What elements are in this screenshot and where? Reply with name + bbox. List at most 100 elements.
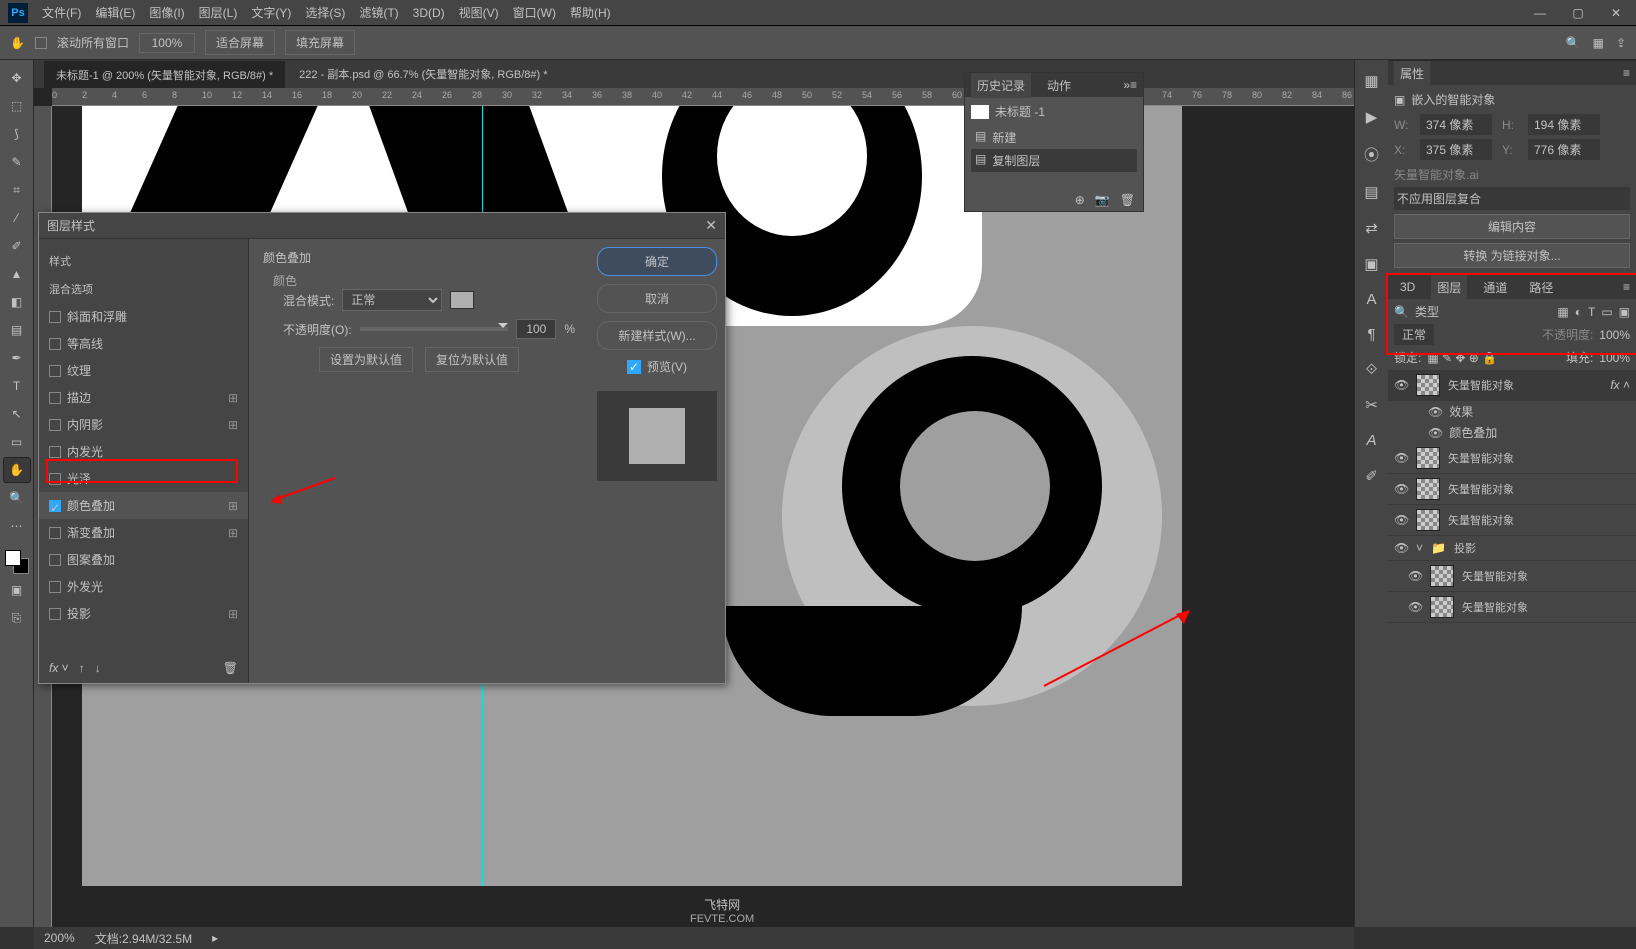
- menu-type[interactable]: 文字(Y): [251, 4, 291, 21]
- visibility-icon[interactable]: 👁: [1394, 541, 1408, 555]
- zoom-status[interactable]: 200%: [44, 931, 75, 945]
- style-item-5[interactable]: 内发光: [39, 438, 248, 465]
- visibility-icon[interactable]: 👁: [1394, 513, 1408, 527]
- layer-group[interactable]: 👁 ˅ 📁 投影: [1388, 536, 1636, 561]
- add-effect-icon[interactable]: ⊞: [228, 607, 238, 621]
- eraser-tool[interactable]: ◧: [4, 290, 30, 314]
- reset-default-button[interactable]: 复位为默认值: [425, 347, 519, 372]
- scroll-all-checkbox[interactable]: [35, 37, 47, 49]
- menu-3d[interactable]: 3D(D): [413, 6, 445, 20]
- stamp-tool[interactable]: ▲: [4, 262, 30, 286]
- menu-image[interactable]: 图像(I): [149, 4, 184, 21]
- tab-actions[interactable]: 动作: [1041, 73, 1077, 98]
- fx-badge[interactable]: fx ˄: [1610, 378, 1630, 392]
- path-tool[interactable]: ↖: [4, 402, 30, 426]
- cancel-button[interactable]: 取消: [597, 284, 717, 313]
- styles-header[interactable]: 样式: [39, 247, 248, 275]
- menu-help[interactable]: 帮助(H): [570, 4, 611, 21]
- layer-row[interactable]: 👁 矢量智能对象: [1388, 561, 1636, 592]
- maximize-button[interactable]: ▢: [1566, 4, 1590, 22]
- shape-tool[interactable]: ▭: [4, 430, 30, 454]
- style-checkbox[interactable]: [49, 527, 61, 539]
- trash-icon[interactable]: 🗑: [223, 661, 238, 675]
- style-checkbox[interactable]: [49, 392, 61, 404]
- minimize-button[interactable]: —: [1528, 4, 1552, 22]
- properties-tab[interactable]: 属性: [1394, 61, 1430, 86]
- menu-view[interactable]: 视图(V): [459, 4, 499, 21]
- history-delete-icon[interactable]: 🗑: [1120, 193, 1135, 207]
- more-tools[interactable]: ⋯: [4, 514, 30, 538]
- zoom-input[interactable]: 100%: [139, 33, 195, 53]
- filter-shape-icon[interactable]: ▭: [1601, 305, 1612, 319]
- down-icon[interactable]: ↓: [95, 661, 101, 675]
- style-item-3[interactable]: 描边⊞: [39, 384, 248, 411]
- pen-tool[interactable]: ✒: [4, 346, 30, 370]
- filter-adjust-icon[interactable]: ◐: [1575, 305, 1582, 319]
- quick-select-tool[interactable]: ✎: [4, 150, 30, 174]
- style-checkbox[interactable]: [49, 419, 61, 431]
- fill-screen-button[interactable]: 填充屏幕: [285, 30, 355, 55]
- preview-checkbox[interactable]: ✓: [627, 360, 641, 374]
- style-item-7[interactable]: ✓颜色叠加⊞: [39, 492, 248, 519]
- tab-3d[interactable]: 3D: [1394, 276, 1421, 298]
- lasso-tool[interactable]: ⟆: [4, 122, 30, 146]
- hand-tool[interactable]: ✋: [4, 458, 30, 482]
- foreground-color[interactable]: [5, 550, 21, 566]
- gradient-tool[interactable]: ▤: [4, 318, 30, 342]
- opacity-input[interactable]: 100: [516, 319, 556, 339]
- styles-icon[interactable]: ▣: [1364, 255, 1378, 273]
- style-item-8[interactable]: 渐变叠加⊞: [39, 519, 248, 546]
- blend-mode-select[interactable]: 正常: [342, 289, 442, 311]
- add-effect-icon[interactable]: ⊞: [228, 418, 238, 432]
- move-tool[interactable]: ✥: [4, 66, 30, 90]
- chevron-right-icon[interactable]: ▸: [212, 931, 218, 945]
- libraries-icon[interactable]: ▦: [1364, 72, 1378, 90]
- menu-edit[interactable]: 编辑(E): [95, 4, 135, 21]
- style-item-11[interactable]: 投影⊞: [39, 600, 248, 627]
- play-icon[interactable]: ▶: [1366, 108, 1378, 126]
- fit-screen-button[interactable]: 适合屏幕: [205, 30, 275, 55]
- glyph-icon[interactable]: ⟐: [1366, 361, 1378, 378]
- filter-type-icon[interactable]: T: [1588, 305, 1595, 319]
- style-checkbox[interactable]: [49, 338, 61, 350]
- lock-icons[interactable]: ▦ ✎ ✥ ⊕ 🔒: [1427, 351, 1497, 365]
- layer-comp-select[interactable]: 不应用图层复合: [1394, 187, 1630, 210]
- y-value[interactable]: 776 像素: [1528, 139, 1600, 160]
- filter-kind-icon[interactable]: 🔍: [1394, 305, 1409, 319]
- history-item[interactable]: ▤新建: [971, 126, 1137, 149]
- type-tool[interactable]: T: [4, 374, 30, 398]
- type2-icon[interactable]: A: [1366, 432, 1376, 449]
- h-value[interactable]: 194 像素: [1528, 114, 1600, 135]
- brush-preset-icon[interactable]: ✐: [1365, 467, 1378, 485]
- layer-row[interactable]: 👁 矢量智能对象: [1388, 443, 1636, 474]
- history-new-icon[interactable]: 📷: [1095, 193, 1110, 207]
- eyedropper-tool[interactable]: ⁄: [4, 206, 30, 230]
- history-item[interactable]: ▤复制图层: [971, 149, 1137, 172]
- close-button[interactable]: ✕: [1604, 4, 1628, 22]
- adjustments-icon[interactable]: ⇄: [1365, 219, 1378, 237]
- quick-mask-tool[interactable]: ▣: [4, 578, 30, 602]
- style-checkbox[interactable]: [49, 554, 61, 566]
- visibility-icon[interactable]: 👁: [1408, 600, 1422, 614]
- style-checkbox[interactable]: [49, 311, 61, 323]
- style-item-1[interactable]: 等高线: [39, 330, 248, 357]
- marquee-tool[interactable]: ⬚: [4, 94, 30, 118]
- dialog-close-button[interactable]: ✕: [705, 217, 717, 234]
- layer-row[interactable]: 👁 矢量智能对象: [1388, 474, 1636, 505]
- x-value[interactable]: 375 像素: [1420, 139, 1492, 160]
- document-tab-1[interactable]: 未标题-1 @ 200% (矢量智能对象, RGB/8#) *: [44, 61, 285, 88]
- color-swatch[interactable]: [5, 550, 29, 574]
- style-item-9[interactable]: 图案叠加: [39, 546, 248, 573]
- layer-row[interactable]: 👁 矢量智能对象 fx ˄: [1388, 370, 1636, 401]
- blend-options-header[interactable]: 混合选项: [39, 275, 248, 303]
- visibility-icon[interactable]: 👁: [1394, 482, 1408, 496]
- search-icon[interactable]: 🔍: [1566, 36, 1581, 50]
- transform-icon[interactable]: ✂: [1365, 396, 1378, 414]
- para-icon[interactable]: ¶: [1367, 326, 1375, 343]
- dialog-titlebar[interactable]: 图层样式 ✕: [39, 213, 725, 239]
- menu-filter[interactable]: 滤镜(T): [359, 4, 398, 21]
- tab-layers[interactable]: 图层: [1431, 275, 1467, 300]
- tab-channels[interactable]: 通道: [1477, 275, 1513, 300]
- set-default-button[interactable]: 设置为默认值: [319, 347, 413, 372]
- panel-menu-icon[interactable]: ≡: [1623, 66, 1630, 80]
